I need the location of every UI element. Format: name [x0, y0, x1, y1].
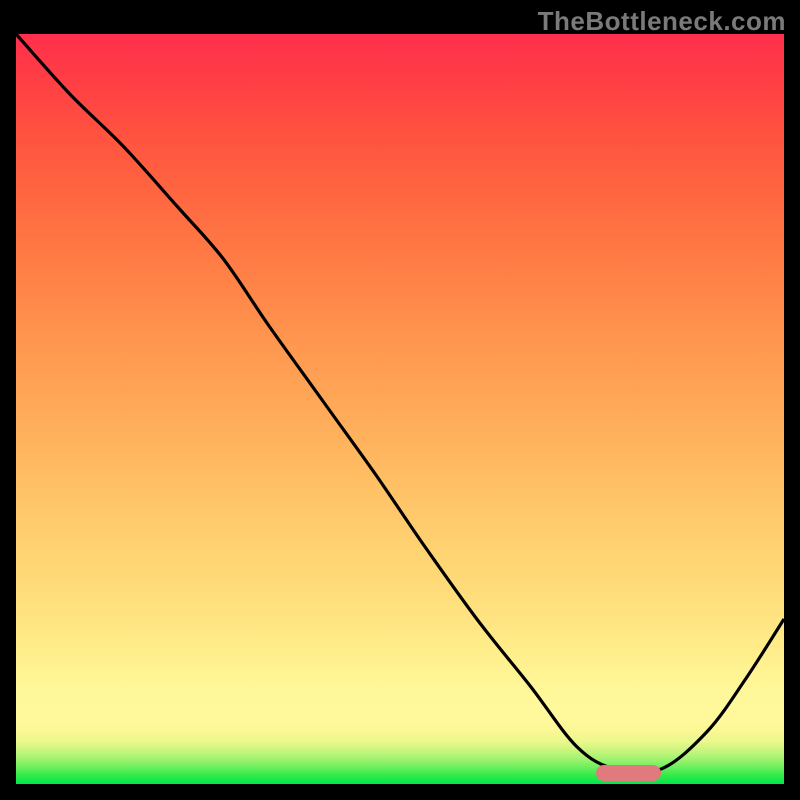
chart-frame: TheBottleneck.com [0, 0, 800, 800]
curve-path [16, 34, 784, 773]
optimal-marker [596, 765, 661, 781]
watermark-text: TheBottleneck.com [538, 6, 786, 37]
bottleneck-curve [16, 34, 784, 784]
plot-area [16, 34, 784, 784]
